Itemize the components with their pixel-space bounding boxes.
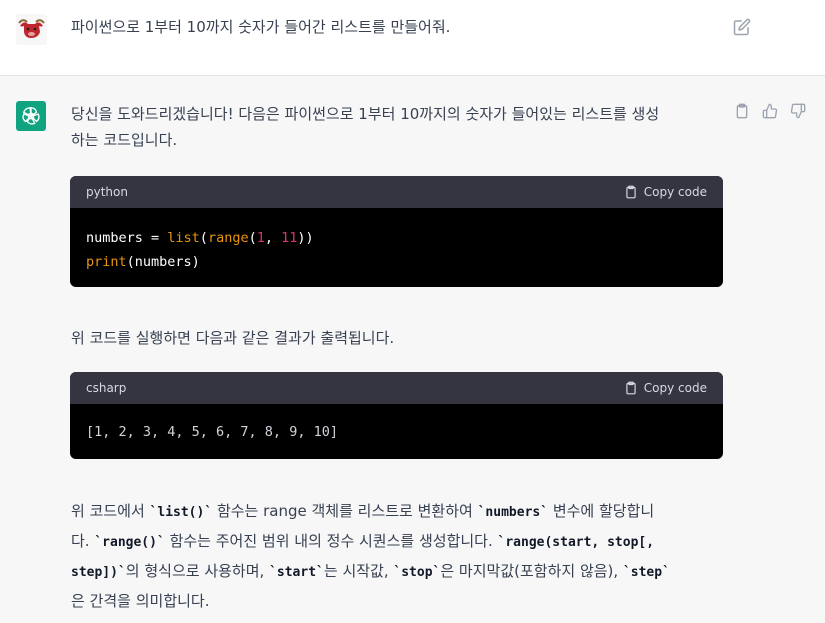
thumbs-up-icon[interactable] xyxy=(762,103,778,119)
openai-logo-icon xyxy=(16,101,46,131)
code-block-python: python Copy code numbers = list(range(1,… xyxy=(70,176,723,287)
thumbs-down-icon[interactable] xyxy=(790,103,806,119)
between-text-container: 위 코드를 실행하면 다음과 같은 결과가 출력됩니다. xyxy=(71,325,721,351)
assistant-message-content: 당신을 도와드리겠습니다! 다음은 파이썬으로 1부터 10까지의 숫자가 들어… xyxy=(71,101,721,153)
code-language-label: csharp xyxy=(86,381,127,395)
inline-code: `range(start, stop[, xyxy=(497,535,655,550)
inline-code: step])` xyxy=(71,565,126,580)
inline-code: `step` xyxy=(622,565,670,580)
bull-avatar-icon xyxy=(16,14,47,45)
clipboard-icon xyxy=(626,381,636,395)
clipboard-icon[interactable] xyxy=(734,103,750,119)
clipboard-icon xyxy=(626,185,636,199)
assistant-message-row: 당신을 도와드리겠습니다! 다음은 파이썬으로 1부터 10까지의 숫자가 들어… xyxy=(0,76,825,623)
explanation-text: 위 코드에서 `list()` 함수는 range 객체를 리스트로 변환하여 … xyxy=(71,502,670,610)
code-block-csharp: csharp Copy code [1, 2, 3, 4, 5, 6, 7, 8… xyxy=(70,372,723,459)
code-block-header: csharp Copy code xyxy=(70,372,723,404)
edit-icon[interactable] xyxy=(733,18,751,36)
copy-code-button[interactable]: Copy code xyxy=(624,381,707,395)
inline-code: `numbers` xyxy=(477,505,549,520)
intro-text: 당신을 도와드리겠습니다! 다음은 파이썬으로 1부터 10까지의 숫자가 들어… xyxy=(71,105,660,149)
inline-code: `list()` xyxy=(149,505,213,520)
user-avatar xyxy=(16,14,47,45)
code-block-header: python Copy code xyxy=(70,176,723,208)
code-language-label: python xyxy=(86,185,128,199)
inline-code: `stop` xyxy=(393,565,441,580)
inline-code: `start` xyxy=(269,565,324,580)
between-text: 위 코드를 실행하면 다음과 같은 결과가 출력됩니다. xyxy=(71,329,395,347)
copy-code-button[interactable]: Copy code xyxy=(624,185,707,199)
user-message-row: 파이썬으로 1부터 10까지 숫자가 들어간 리스트를 만들어줘. xyxy=(0,0,825,76)
inline-code: `range()` xyxy=(94,535,165,550)
user-message-text: 파이썬으로 1부터 10까지 숫자가 들어간 리스트를 만들어줘. xyxy=(71,18,451,36)
code-output: [1, 2, 3, 4, 5, 6, 7, 8, 9, 10] xyxy=(86,424,338,440)
code-content: numbers = list(range(1, 11)) print(numbe… xyxy=(86,230,314,270)
